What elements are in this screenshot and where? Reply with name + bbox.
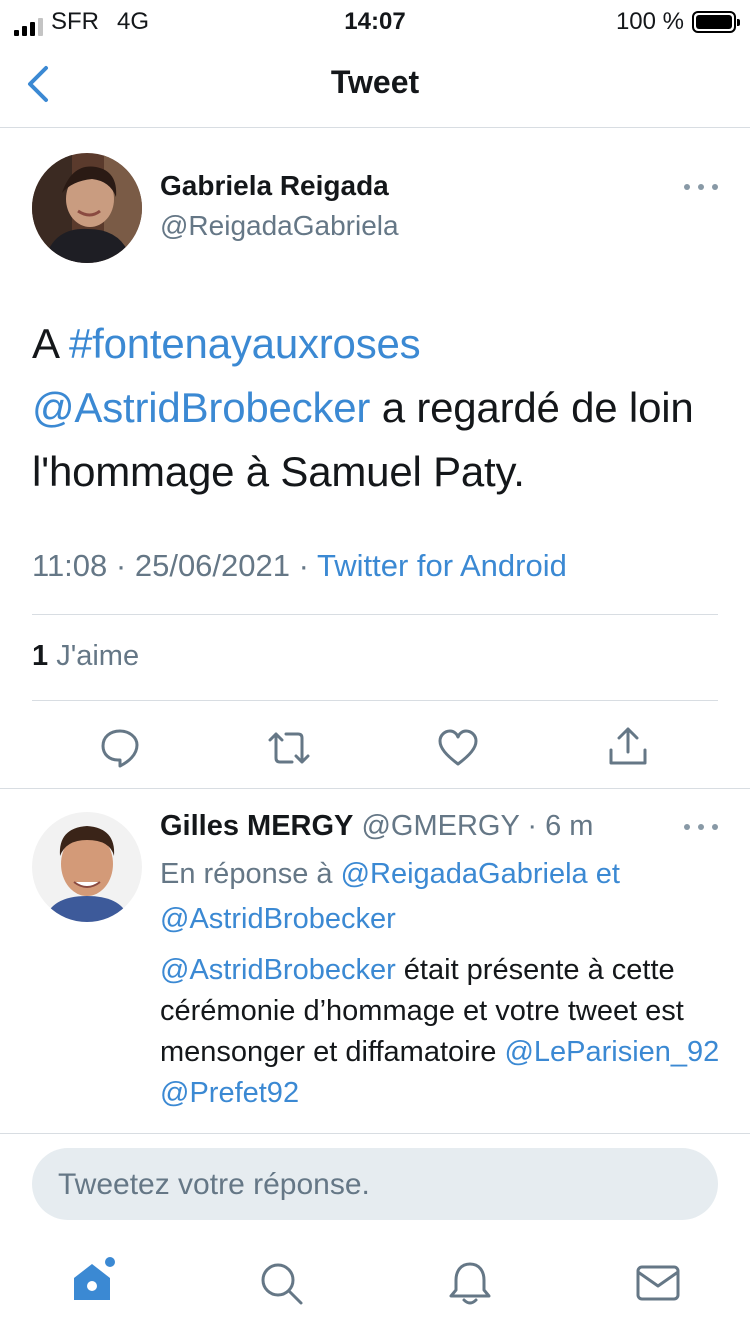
retweet-button[interactable] [266,726,310,770]
tab-home[interactable] [70,1256,118,1304]
tweet-meta: 11:08 · 25/06/2021 · Twitter for Android [32,548,567,584]
heart-icon [438,729,478,766]
reply-author-avatar[interactable] [32,812,142,922]
mention-link[interactable]: @AstridBrobecker [160,954,396,986]
replying-to-prefix: En réponse à [160,858,341,890]
reply-author-handle[interactable]: @GMERGY [361,810,519,842]
replying-to-user[interactable]: @ReigadaGabriela [341,858,588,890]
mention-link[interactable]: @Prefet92 [160,1077,299,1109]
notifications-icon [449,1262,491,1305]
reply-text: @AstridBrobecker était présente à cette … [160,950,720,1114]
messages-icon [636,1265,680,1301]
meta-separator: · [107,548,135,583]
share-icon [609,727,647,765]
divider [0,1133,750,1134]
nav-bar: Tweet [0,42,750,128]
mention-link[interactable]: @AstridBrobecker [32,384,370,431]
search-icon [261,1263,303,1305]
status-right: 100 % [615,8,740,36]
hashtag-link[interactable]: #fontenayauxroses [69,320,421,367]
tweet-more-button[interactable] [684,180,718,194]
reply-icon [101,729,139,768]
battery-percent: 100 % [615,8,684,35]
replying-to-user[interactable]: @AstridBrobecker [160,903,396,935]
divider [32,614,718,615]
likes-row[interactable]: 1 J'aime [32,640,139,673]
replying-to: En réponse à @ReigadaGabriela et @Astrid… [160,852,720,942]
retweet-icon [268,732,310,764]
battery-icon [692,11,740,33]
reply-author-name[interactable]: Gilles MERGY [160,810,353,842]
replying-to-and: et [587,858,620,890]
mention-link[interactable]: @LeParisien_92 [504,1036,719,1068]
reply-compose-input[interactable]: Tweetez votre réponse. [32,1148,718,1220]
like-button[interactable] [436,726,480,770]
like-count: 1 [32,640,49,672]
page-title: Tweet [330,64,420,100]
author-avatar[interactable] [32,153,142,263]
home-icon [74,1257,115,1300]
like-label: J'aime [48,640,140,672]
reply-header: Gilles MERGY @GMERGY · 6 m [160,810,593,843]
compose-placeholder: Tweetez votre réponse. [58,1168,370,1201]
tweet-date: 25/06/2021 [134,548,290,583]
reply-time-separator: · [519,810,546,842]
author-handle[interactable]: @ReigadaGabriela [160,210,399,242]
tweet-source-link[interactable]: Twitter for Android [317,548,567,583]
tweet-time: 11:08 [32,548,108,583]
divider [32,700,718,701]
reply-more-button[interactable] [684,820,718,834]
reply-time: 6 m [545,810,594,842]
meta-separator: · [290,548,317,583]
tab-notifications[interactable] [446,1260,494,1308]
share-button[interactable] [606,724,650,768]
tweet-text: A #fontenayauxroses @AstridBrobecker a r… [32,312,732,504]
reply-button[interactable] [98,726,142,770]
tab-messages[interactable] [634,1262,682,1310]
author-name[interactable]: Gabriela Reigada [160,170,389,202]
status-bar: SFR 4G 14:07 100 % [0,0,750,42]
divider [0,788,750,789]
tweet-text-prefix: A [32,320,69,367]
tab-search[interactable] [258,1260,306,1308]
